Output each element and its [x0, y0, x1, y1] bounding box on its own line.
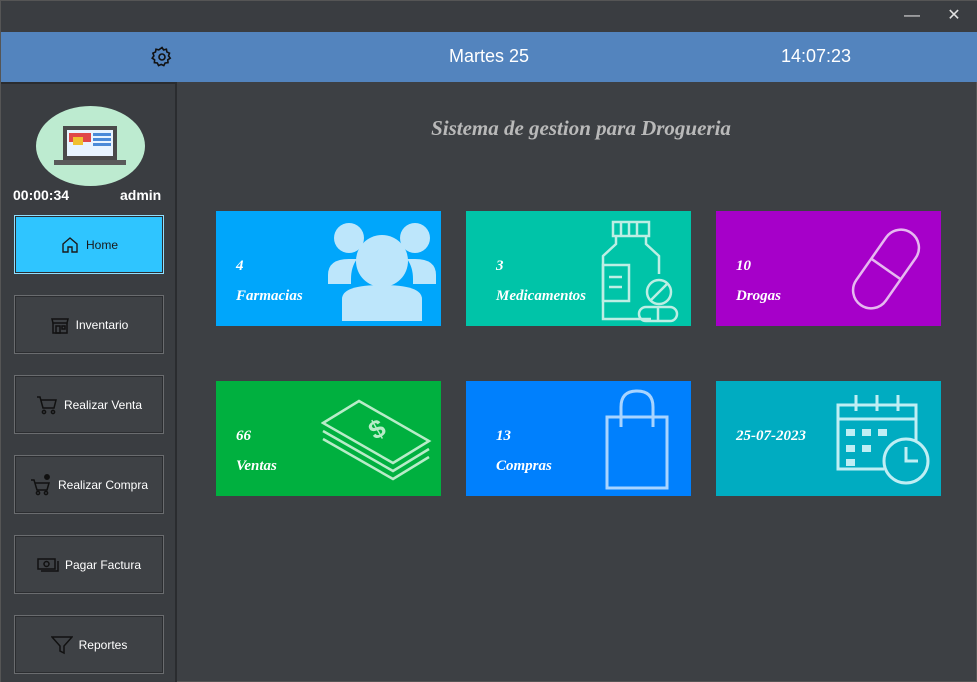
tile-value: 10	[736, 258, 751, 274]
nav-reportes-label: Reportes	[78, 637, 128, 652]
filter-icon	[50, 635, 73, 654]
current-date: Martes 25	[448, 46, 530, 66]
current-time: 14:07:23	[780, 46, 852, 66]
calendar-clock-icon	[836, 395, 930, 485]
home-icon	[62, 236, 78, 253]
nav-realizar-venta-button[interactable]: Realizar Venta	[14, 375, 164, 434]
cart-add-icon	[30, 473, 50, 495]
tile-value: 3	[496, 258, 504, 274]
nav-realizar-compra-button[interactable]: Realizar Compra	[14, 455, 164, 514]
avatar	[36, 106, 145, 186]
minimize-button[interactable]: —	[897, 5, 927, 27]
username: admin	[120, 187, 162, 203]
gear-icon[interactable]	[150, 45, 174, 69]
tile-farmacias[interactable]: 4 Farmacias	[216, 211, 441, 326]
nav-pagar-factura-label: Pagar Factura	[64, 557, 142, 572]
close-button[interactable]: ✕	[939, 5, 969, 27]
laptop-icon	[54, 126, 126, 165]
tile-compras[interactable]: 13 Compras	[466, 381, 691, 496]
page-title: Sistema de gestion para Drogueria	[431, 116, 731, 140]
nav-pagar-factura-button[interactable]: Pagar Factura	[14, 535, 164, 594]
pill-icon	[851, 228, 921, 310]
header-bar: Martes 25 14:07:23	[1, 32, 977, 82]
tile-value: 13	[496, 428, 511, 444]
nav-realizar-venta-label: Realizar Venta	[63, 397, 143, 412]
tile-fecha[interactable]: 25-07-2023	[716, 381, 941, 496]
nav-inventario-label: Inventario	[75, 317, 129, 332]
money-icon	[37, 557, 59, 572]
money-stack-icon: $	[321, 399, 432, 481]
tile-label: Drogas	[736, 288, 782, 304]
tile-label: Compras	[496, 458, 552, 474]
shopping-bag-icon	[605, 389, 669, 490]
nav-inventario-button[interactable]: Inventario	[14, 295, 164, 354]
sidebar: 00:00:34 admin Home Inventario Realizar …	[1, 82, 177, 682]
tile-label: Farmacias	[236, 288, 303, 304]
session-timer: 00:00:34	[13, 187, 70, 203]
tile-label: Medicamentos	[496, 288, 586, 304]
tile-ventas[interactable]: 66 Ventas $	[216, 381, 441, 496]
nav-home-label: Home	[85, 237, 118, 252]
title-bar: — ✕	[1, 1, 977, 32]
users-icon	[328, 223, 436, 321]
tile-value: 25-07-2023	[736, 428, 806, 444]
nav-home-button[interactable]: Home	[14, 215, 164, 274]
nav-reportes-button[interactable]: Reportes	[14, 615, 164, 674]
cart-icon	[36, 395, 57, 414]
tile-medicamentos[interactable]: 3 Medicamentos	[466, 211, 691, 326]
tile-value: 66	[236, 428, 251, 444]
tile-drogas[interactable]: 10 Drogas	[716, 211, 941, 326]
nav-realizar-compra-label: Realizar Compra	[57, 477, 149, 492]
app-window: — ✕ Martes 25 14:07:23 00:00:34 admin Ho…	[0, 0, 977, 682]
tile-label: Ventas	[236, 458, 277, 474]
tile-value: 4	[236, 258, 244, 274]
store-icon	[50, 317, 69, 334]
medicine-bottle-icon	[601, 220, 679, 323]
